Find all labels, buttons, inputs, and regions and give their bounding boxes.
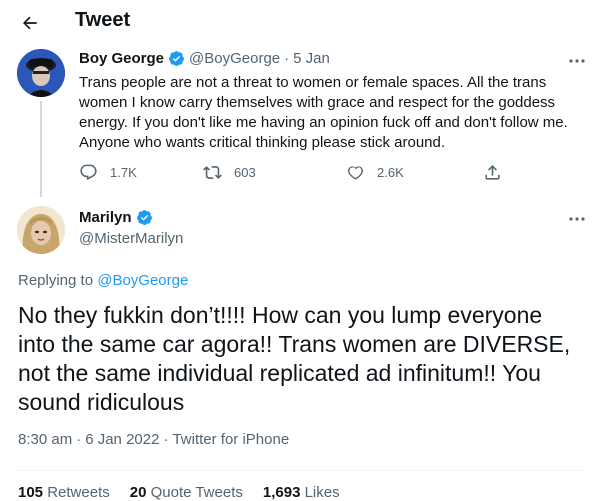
author-name[interactable]: Boy George [79, 50, 164, 67]
more-horizontal-icon [569, 59, 585, 63]
quotes-label: Quote Tweets [150, 484, 243, 501]
tweet-time[interactable]: 5 Jan [293, 50, 330, 67]
tweet-source[interactable]: Twitter for iPhone [172, 431, 289, 448]
more-options-button[interactable] [565, 52, 589, 70]
separator: · [284, 50, 290, 67]
tweet-time[interactable]: 8:30 am [18, 431, 72, 448]
reply-count: 1.7K [110, 165, 137, 180]
retweet-button[interactable]: 603 [203, 163, 256, 182]
retweet-icon [203, 166, 222, 179]
share-icon [485, 165, 500, 180]
quote-tweets-stat[interactable]: 20 Quote Tweets [130, 484, 243, 501]
back-button[interactable] [14, 7, 46, 39]
share-button[interactable] [483, 163, 514, 182]
parent-tweet-header: Boy George @BoyGeorge · 5 Jan [79, 50, 330, 67]
parent-tweet-text: Trans people are not a threat to women o… [79, 74, 568, 151]
author-name[interactable]: Marilyn [79, 209, 132, 226]
separator: · [76, 431, 82, 448]
main-tweet-text: No they fukkin don’t!!!! How can you lum… [18, 302, 571, 415]
retweets-label: Retweets [47, 484, 110, 501]
divider [16, 470, 584, 471]
likes-stat[interactable]: 1,693 Likes [263, 484, 340, 501]
main-tweet-header: Marilyn [79, 209, 157, 226]
replying-to: Replying to @BoyGeorge [18, 272, 188, 289]
tweet-stats: 105 Retweets 20 Quote Tweets 1,693 Likes [18, 484, 360, 501]
heart-icon [348, 166, 363, 180]
tweet-meta: 8:30 am · 6 Jan 2022 · Twitter for iPhon… [18, 431, 289, 448]
verified-badge-icon [136, 209, 153, 226]
verified-badge-icon [168, 50, 185, 67]
more-horizontal-icon [569, 217, 585, 221]
thread-connector [40, 101, 42, 197]
page-title: Tweet [75, 9, 131, 31]
like-count: 2.6K [377, 165, 404, 180]
quotes-count: 20 [129, 484, 147, 501]
retweets-stat[interactable]: 105 Retweets [18, 484, 110, 501]
tweet-date[interactable]: 6 Jan 2022 [85, 431, 159, 448]
replying-to-label: Replying to [18, 272, 94, 289]
retweets-count: 105 [18, 484, 44, 501]
like-button[interactable]: 2.6K [346, 163, 404, 182]
arrow-left-icon [23, 16, 37, 30]
parent-tweet-actions: 1.7K 603 2.6K [79, 163, 509, 183]
reply-button[interactable]: 1.7K [79, 163, 137, 182]
more-options-button[interactable] [565, 210, 589, 228]
avatar[interactable] [17, 49, 65, 97]
top-header: Tweet [0, 0, 600, 44]
likes-label: Likes [304, 484, 340, 501]
separator: · [163, 431, 169, 448]
author-handle[interactable]: @MisterMarilyn [79, 230, 183, 247]
replying-to-link[interactable]: @BoyGeorge [97, 272, 188, 289]
reply-icon [80, 164, 97, 181]
avatar[interactable] [17, 206, 65, 254]
retweet-count: 603 [234, 165, 256, 180]
author-handle[interactable]: @BoyGeorge [189, 50, 280, 67]
likes-count: 1,693 [262, 484, 301, 501]
